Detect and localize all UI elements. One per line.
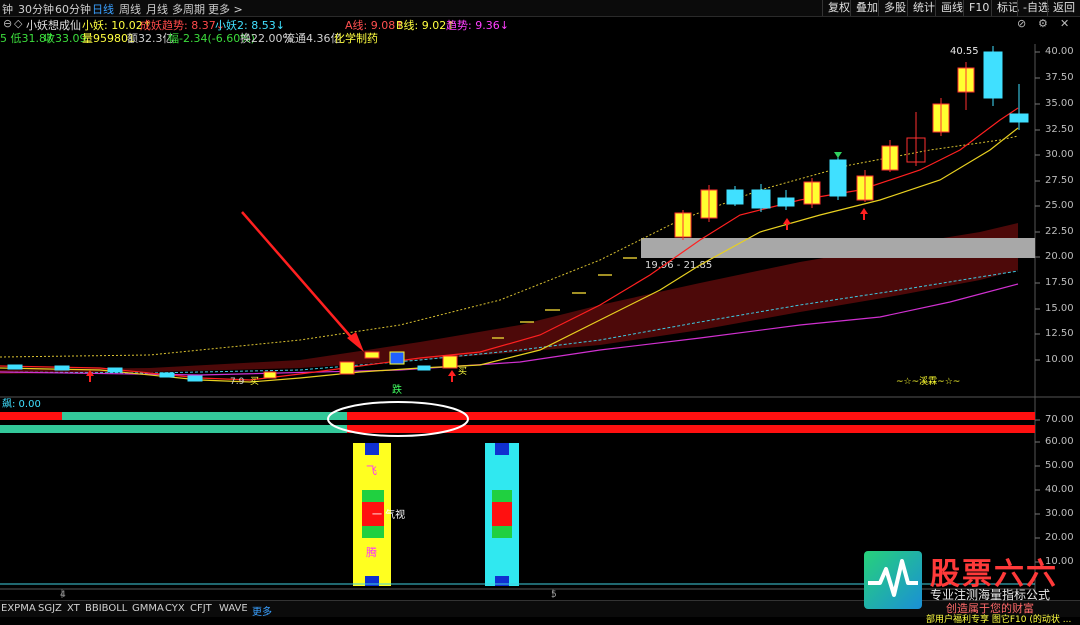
y-tick-label: 40.00 — [1045, 46, 1074, 57]
sell-label: 跌 — [392, 383, 402, 396]
support-zone-label: 19.96 - 21.85 — [645, 260, 712, 271]
column-block-green-2 — [362, 526, 384, 538]
x-label-5: 5 — [551, 590, 557, 600]
peak-price-label: 40.55 — [950, 46, 979, 57]
state-bar-top-red-start — [0, 412, 62, 420]
column2-block-green-2 — [492, 526, 512, 538]
y-tick-label: 10.00 — [1045, 354, 1074, 365]
pulse-icon — [868, 559, 918, 597]
tab-bbiboll[interactable]: BBIBOLL — [85, 603, 127, 614]
qi-label: 一 气视 — [372, 508, 405, 521]
sub-y-tick-label: 50.00 — [1045, 460, 1074, 471]
sell-signal-arrow — [834, 152, 842, 158]
y-tick-label: 22.50 — [1045, 226, 1074, 237]
column2-cap-blue — [495, 443, 509, 455]
logo-mark — [864, 551, 922, 609]
y-tick-label: 27.50 — [1045, 175, 1074, 186]
tab-more-indicators[interactable]: 更多 — [252, 603, 272, 618]
column-cap-blue — [365, 443, 379, 455]
sub-y-tick-label: 40.00 — [1045, 484, 1074, 495]
y-tick-label: 35.00 — [1045, 98, 1074, 109]
y-tick-label: 12.50 — [1045, 328, 1074, 339]
kline-chart[interactable]: 19.96 - 21.85 40.55 7.9 买 买 跌 ~☆~溪霖~☆~ 飙… — [0, 0, 1080, 622]
tab-cfjt[interactable]: CFJT — [190, 603, 212, 614]
sub-y-tick-marks — [1035, 419, 1040, 563]
y-tick-label: 20.00 — [1045, 251, 1074, 262]
low-price-label: 7.9 — [230, 377, 245, 387]
tab-expma[interactable]: EXPMA — [1, 603, 36, 614]
tab-sgjz[interactable]: SGJZ — [38, 603, 62, 614]
y-tick-label: 30.00 — [1045, 149, 1074, 160]
tab-cyx[interactable]: CYX — [165, 603, 185, 614]
sub-y-tick-label: 70.00 — [1045, 414, 1074, 425]
y-tick-label: 32.50 — [1045, 124, 1074, 135]
column2-block-green — [492, 490, 512, 502]
sub-y-tick-label: 30.00 — [1045, 508, 1074, 519]
buy-label-2: 买 — [458, 366, 467, 377]
buy-label-1: 买 — [250, 376, 259, 387]
support-zone-bar — [641, 238, 1035, 258]
y-tick-label: 17.50 — [1045, 277, 1074, 288]
column2-block-red — [492, 502, 512, 526]
main-y-tick-marks — [1035, 51, 1040, 361]
column-char-bottom: 腾 — [366, 545, 377, 559]
state-bar-bottom-green — [0, 425, 347, 433]
sub-y-tick-label: 20.00 — [1045, 532, 1074, 543]
state-bar-top-red — [347, 412, 1035, 420]
tab-wave[interactable]: WAVE — [219, 603, 248, 614]
state-bar-top-green — [62, 412, 347, 420]
author-signature: ~☆~溪霖~☆~ — [896, 375, 960, 387]
tab-gmma[interactable]: GMMA — [132, 603, 164, 614]
state-bar-bottom-red — [347, 425, 1035, 433]
column-char-top: 飞 — [366, 464, 377, 477]
x-label-4: 4 — [60, 590, 66, 600]
y-tick-label: 37.50 — [1045, 72, 1074, 83]
pointer-arrow — [241, 211, 359, 346]
y-tick-label: 25.00 — [1045, 200, 1074, 211]
sub-indicator-title: 飙: 0.00 — [2, 397, 41, 410]
sub-y-tick-label: 60.00 — [1045, 436, 1074, 447]
logo-slogan: 创造属于您的财富 — [946, 602, 1034, 615]
tab-xt[interactable]: XT — [67, 603, 80, 614]
y-tick-label: 15.00 — [1045, 303, 1074, 314]
column-block-green — [362, 490, 384, 502]
